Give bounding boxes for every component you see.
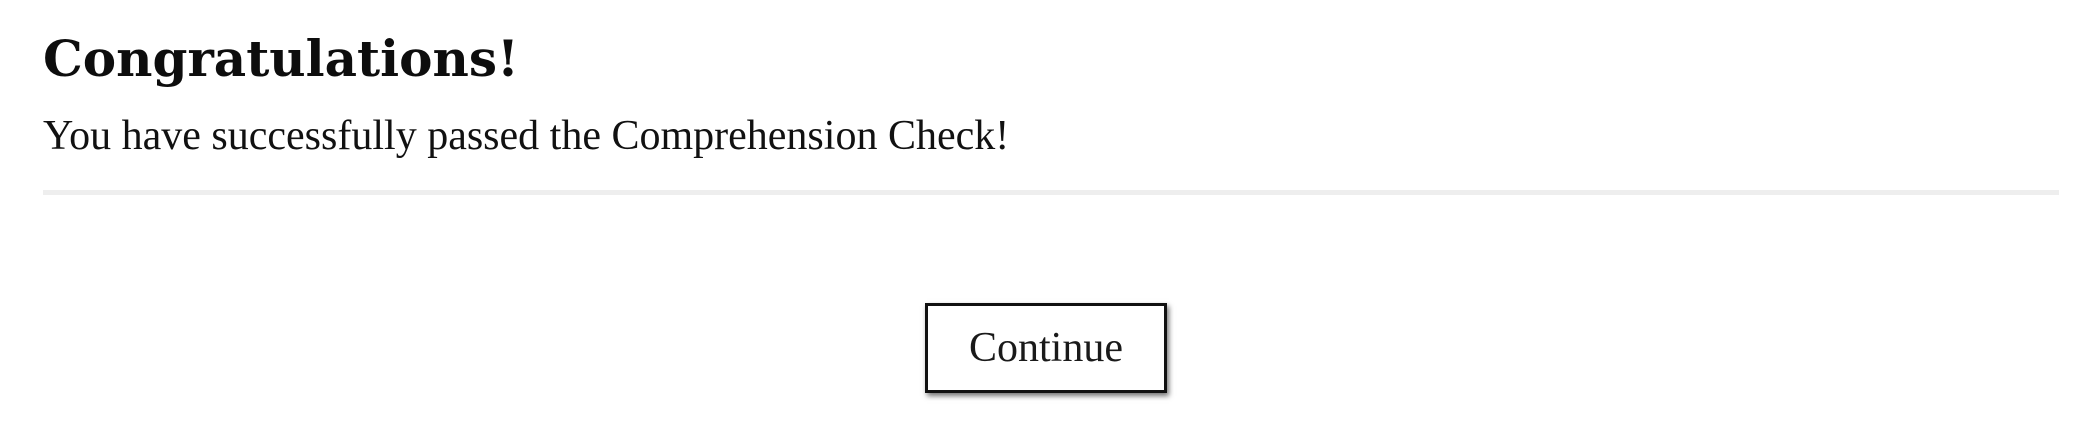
comprehension-result-panel: Congratulations! You have successfully p… [43,0,2059,428]
continue-button[interactable]: Continue [925,303,1167,393]
divider [43,190,2059,195]
page-title: Congratulations! [43,29,519,88]
success-message: You have successfully passed the Compreh… [43,113,1010,159]
